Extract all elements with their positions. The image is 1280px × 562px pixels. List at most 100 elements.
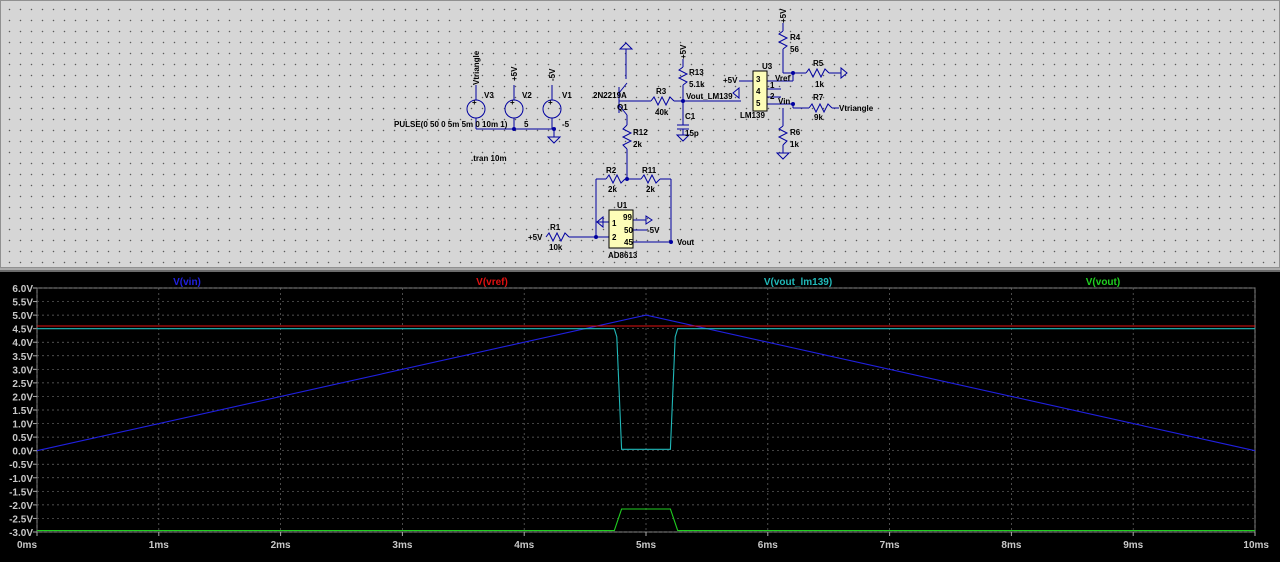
y-tick-label: 5.0V [12, 311, 33, 322]
plot-grid [33, 287, 1256, 536]
y-tick-label: -0.5V [9, 460, 33, 471]
svg-text:+: + [510, 98, 515, 107]
x-tick-label: 7ms [880, 540, 900, 551]
label-r5-value: 1k [815, 80, 824, 89]
label-c1-name: C1 [685, 112, 696, 121]
label-u1-pin45: 45 [624, 238, 633, 247]
label-v3-name: V3 [484, 91, 494, 100]
label-u1-pin2: 2 [612, 233, 617, 242]
x-tick-label: 6ms [758, 540, 778, 551]
label-u1-model: AD8613 [608, 251, 638, 260]
x-axis-ticks: 0ms 1ms 2ms 3ms 4ms 5ms 6ms 7ms 8ms 9ms 10ms [17, 540, 1269, 551]
y-tick-label: 4.5V [12, 325, 33, 336]
y-axis-ticks: 6.0V 5.5V 5.0V 4.5V 4.0V 3.5V 3.0V 2.5V 2.0V 1.5V… [9, 284, 33, 539]
label-u1-pin99: 99 [623, 213, 632, 222]
y-tick-label: 1.0V [12, 420, 33, 431]
label-r7-value: 9k [814, 113, 823, 122]
label-u3-model: LM139 [740, 111, 765, 120]
x-tick-label: 5ms [636, 540, 656, 551]
label-u1-name: U1 [617, 201, 628, 210]
label-r3-name: R3 [656, 87, 667, 96]
label-v2-net: +5V [510, 66, 519, 81]
label-u3-pin2: 2 [770, 92, 775, 101]
label-u3-pin4: 4 [756, 87, 761, 96]
schematic-canvas[interactable]: + + + Vtriangle +5V -5V V3 V2 V1 PULSE(0… [1, 1, 1280, 269]
trace-title-vref[interactable]: V(vref) [476, 277, 508, 288]
label-u3-name: U3 [762, 62, 773, 71]
label-u3-supply: +5V [723, 76, 738, 85]
label-v1-net: -5V [548, 68, 557, 81]
y-tick-label: 3.5V [12, 352, 33, 363]
label-r1-name: R1 [550, 223, 561, 232]
y-tick-label: -3.0V [9, 528, 33, 539]
label-v1-value: -5 [562, 120, 570, 129]
tran-directive[interactable]: .tran 10m [471, 154, 507, 163]
label-r13-value: 5.1k [689, 80, 705, 89]
y-tick-label: 0.5V [12, 433, 33, 444]
trace-titles[interactable]: V(vin) V(vref) V(vout_lm139) V(vout) [173, 277, 1120, 288]
label-r4-value: 56 [790, 45, 799, 54]
label-v2-name: V2 [522, 91, 532, 100]
label-u1-pin50: 50 [624, 226, 633, 235]
y-tick-label: -2.0V [9, 501, 33, 512]
label-r6-name: R6 [790, 128, 801, 137]
label-u3-pin3: 3 [756, 75, 761, 84]
label-r3-value: 40k [655, 108, 669, 117]
label-q1-model: 2N2219A [593, 91, 627, 100]
y-tick-label: 1.5V [12, 406, 33, 417]
label-v2-value: 5 [524, 120, 529, 129]
trace-title-vin[interactable]: V(vin) [173, 277, 201, 288]
x-tick-label: 3ms [392, 540, 412, 551]
waveform-plot[interactable]: 6.0V 5.5V 5.0V 4.5V 4.0V 3.5V 3.0V 2.5V 2.0V 1.5V… [0, 272, 1280, 562]
label-r2-value: 2k [608, 185, 617, 194]
x-tick-label: 2ms [271, 540, 291, 551]
x-tick-label: 9ms [1123, 540, 1143, 551]
y-tick-label: 2.5V [12, 379, 33, 390]
label-u1-neg-supply: -5V [647, 226, 660, 235]
label-r11-value: 2k [646, 185, 655, 194]
y-tick-label: -2.5V [9, 514, 33, 525]
label-vout-lm139-net: Vout_LM139 [686, 92, 733, 101]
y-tick-label: 6.0V [12, 284, 33, 295]
svg-text:+: + [472, 98, 477, 107]
label-r4-supply: +5V [779, 8, 788, 23]
label-u1-pin1: 1 [612, 219, 617, 228]
label-r7-net: Vtriangle [839, 104, 874, 113]
x-tick-label: 10ms [1243, 540, 1269, 551]
trace-title-vout-lm139[interactable]: V(vout_lm139) [764, 277, 832, 288]
label-r7-name: R7 [813, 93, 824, 102]
y-tick-label: -1.5V [9, 487, 33, 498]
y-tick-label: -1.0V [9, 474, 33, 485]
label-v1-name: V1 [562, 91, 572, 100]
label-r4-name: R4 [790, 33, 801, 42]
label-r11-name: R11 [642, 166, 657, 175]
label-r2-name: R2 [606, 166, 617, 175]
y-tick-label: 3.0V [12, 365, 33, 376]
y-tick-label: 2.0V [12, 392, 33, 403]
y-tick-label: 4.0V [12, 338, 33, 349]
label-vout-net: Vout [677, 238, 695, 247]
label-c1-value: 15p [685, 129, 699, 138]
y-tick-label: 0.0V [12, 447, 33, 458]
y-tick-label: 5.5V [12, 298, 33, 309]
label-vtriangle-net: Vtriangle [472, 50, 481, 85]
x-tick-label: 8ms [1001, 540, 1021, 551]
label-r12-name: R12 [633, 128, 648, 137]
label-vin-net: Vin [778, 97, 790, 106]
x-tick-label: 0ms [17, 540, 37, 551]
label-u3-pin5: 5 [756, 99, 761, 108]
label-r6-value: 1k [790, 140, 799, 149]
label-r12-value: 2k [633, 140, 642, 149]
label-q1-name: Q1 [617, 103, 628, 112]
x-tick-label: 4ms [514, 540, 534, 551]
label-r13-name: R13 [689, 68, 704, 77]
trace-title-vout[interactable]: V(vout) [1086, 277, 1120, 288]
x-tick-label: 1ms [149, 540, 169, 551]
label-r13-supply: +5V [679, 44, 688, 59]
waveform-viewer[interactable]: 6.0V 5.5V 5.0V 4.5V 4.0V 3.5V 3.0V 2.5V 2.0V 1.5V… [0, 270, 1280, 562]
label-r1-supply: +5V [528, 233, 543, 242]
label-r5-name: R5 [813, 59, 824, 68]
label-r1-value: 10k [549, 243, 563, 252]
schematic-editor[interactable]: + + + Vtriangle +5V -5V V3 V2 V1 PULSE(0… [0, 0, 1280, 268]
label-pulse-spec: PULSE(0 50 0 5m 5m 0 10m 1) [394, 120, 508, 129]
